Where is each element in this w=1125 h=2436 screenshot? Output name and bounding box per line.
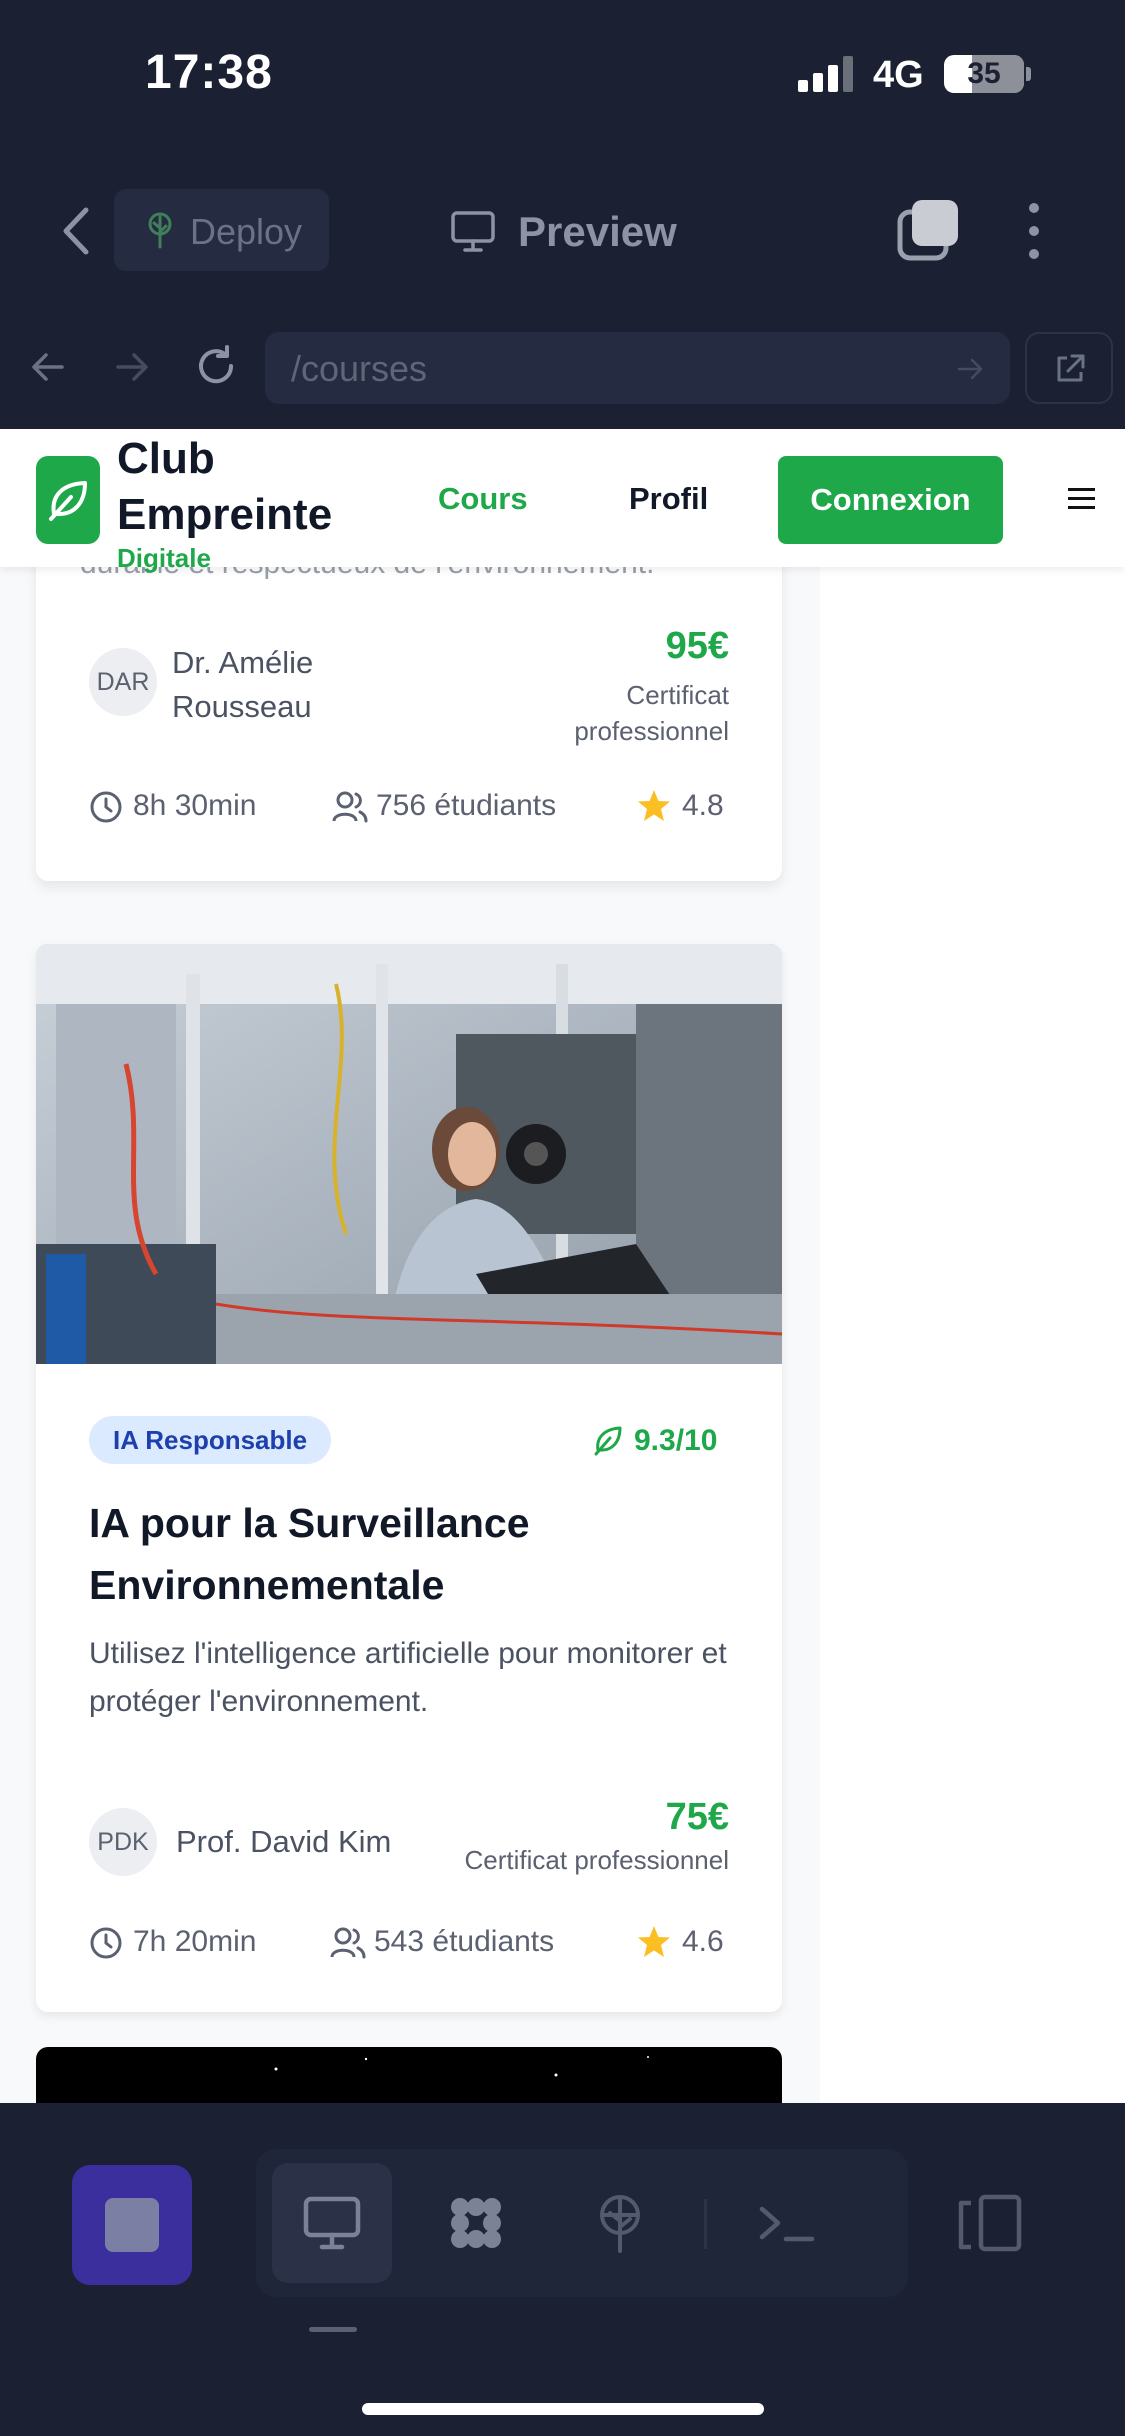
mobile-screen: { "status_bar": { "time": "17:38", "netw… — [0, 0, 1125, 2436]
clock-icon — [90, 791, 122, 823]
site-header: Club Empreinte Digitale Cours Profil Con… — [0, 429, 1125, 573]
logo[interactable] — [36, 456, 100, 544]
clock-icon — [90, 1927, 122, 1959]
modules-icon — [451, 2198, 501, 2248]
students-value: 543 étudiants — [374, 1925, 555, 1958]
eco-score: 9.3/10 — [592, 1418, 732, 1462]
deploy-tool-button[interactable] — [560, 2163, 680, 2283]
course-description: Utilisez l'intelligence artificielle pou… — [89, 1637, 727, 1718]
rating-value: 4.6 — [682, 1925, 724, 1958]
instructor-name: Dr. Amélie Rousseau — [172, 641, 313, 729]
rating: 4.6 — [636, 1923, 736, 1963]
star-icon — [638, 1926, 670, 1957]
course-image — [36, 944, 782, 1364]
monitor-icon — [303, 2196, 361, 2250]
open-external-button[interactable] — [1025, 332, 1113, 404]
status-bar: 17:38 4G 35 — [0, 0, 1125, 152]
divider — [704, 2199, 707, 2249]
arrow-left-icon[interactable] — [28, 347, 68, 387]
deploy-button[interactable]: Deploy — [114, 189, 329, 271]
url-bar: /courses — [0, 307, 1125, 429]
star-icon — [638, 790, 670, 821]
certificate-label: Certificat professionnel — [466, 677, 729, 749]
go-arrow-icon[interactable] — [955, 354, 985, 384]
web-preview: DAR Dr. Amélie Rousseau 95€ Certificat p… — [0, 429, 1125, 2103]
cert-line-2: professionnel — [574, 716, 729, 746]
leaf-icon — [49, 481, 87, 521]
course-title[interactable]: IA pour la Surveillance Environnementale — [89, 1492, 729, 1616]
deploy-icon — [600, 2195, 640, 2253]
course-price: 75€ — [665, 1796, 729, 1838]
category-badge: IA Responsable — [89, 1416, 332, 1464]
status-time: 17:38 — [145, 46, 273, 99]
duration: 8h 30min — [89, 787, 289, 827]
battery-tip — [1026, 67, 1031, 81]
avatar: DAR — [89, 648, 157, 716]
users-icon — [332, 791, 368, 823]
terminal-tool-button[interactable] — [726, 2163, 846, 2283]
course-card[interactable] — [36, 2047, 782, 2103]
certificate-label: Certificat professionnel — [464, 1845, 729, 1875]
users-icon — [330, 1927, 366, 1959]
terminal-icon — [759, 2206, 815, 2242]
duration-value: 8h 30min — [133, 789, 257, 822]
monitor-icon — [451, 211, 495, 252]
duration-value: 7h 20min — [133, 1925, 257, 1958]
brand-name-line-1: Club — [117, 434, 215, 483]
connexion-button[interactable]: Connexion — [778, 456, 1003, 544]
avatar: PDK — [89, 1808, 157, 1876]
stop-button[interactable] — [72, 2165, 192, 2285]
instructor-line-1: Dr. Amélie — [172, 645, 314, 680]
eco-score-value: 9.3/10 — [634, 1424, 718, 1457]
external-link-icon — [1057, 354, 1085, 382]
reload-icon[interactable] — [193, 343, 239, 389]
signal-icon — [798, 56, 853, 92]
modules-tool-button[interactable] — [416, 2163, 536, 2283]
url-value: /courses — [291, 348, 428, 389]
rating-value: 4.8 — [682, 789, 724, 822]
chevron-left-icon[interactable] — [52, 202, 102, 260]
rating: 4.8 — [636, 787, 736, 827]
tabs-icon[interactable] — [896, 198, 960, 262]
instructor-line-2: Rousseau — [172, 689, 312, 724]
stop-icon — [105, 2198, 159, 2252]
leaf-icon — [594, 1426, 622, 1456]
brand-name-line-2: Empreinte — [117, 490, 333, 539]
preview-tool-button[interactable] — [272, 2163, 392, 2283]
ide-bottom-bar — [0, 2103, 1125, 2343]
home-indicator[interactable] — [362, 2403, 764, 2415]
cert-line-1: Certificat — [626, 680, 729, 710]
nav-link-cours[interactable]: Cours — [438, 481, 528, 517]
ide-toolbar: Deploy Preview — [0, 152, 1125, 307]
network-type: 4G — [873, 54, 924, 96]
course-price: 95€ — [665, 625, 729, 667]
arrow-right-icon[interactable] — [112, 347, 152, 387]
menu-icon[interactable] — [1068, 488, 1095, 510]
drag-handle[interactable] — [309, 2327, 357, 2332]
instructor-name: Prof. David Kim — [176, 1824, 392, 1859]
battery-icon: 35 — [944, 55, 1024, 93]
students: 543 étudiants — [330, 1923, 590, 1963]
more-vertical-icon[interactable] — [1022, 200, 1046, 262]
students-value: 756 étudiants — [376, 789, 557, 822]
brand-tagline: Digitale — [117, 543, 211, 573]
right-panel — [820, 429, 1125, 2103]
url-input[interactable]: /courses — [265, 332, 1010, 404]
deploy-label: Deploy — [190, 211, 303, 252]
students: 756 étudiants — [332, 787, 592, 827]
tree-icon — [148, 212, 172, 249]
devices-icon[interactable] — [955, 2193, 1025, 2253]
nav-link-profil[interactable]: Profil — [629, 481, 708, 517]
battery-level: 35 — [967, 57, 1001, 90]
tool-group — [256, 2149, 908, 2297]
preview-label: Preview — [518, 208, 677, 255]
home-area — [0, 2343, 1125, 2436]
course-card[interactable]: IA Responsable 9.3/10 IA pour la Surveil… — [36, 944, 782, 2012]
duration: 7h 20min — [89, 1923, 289, 1963]
